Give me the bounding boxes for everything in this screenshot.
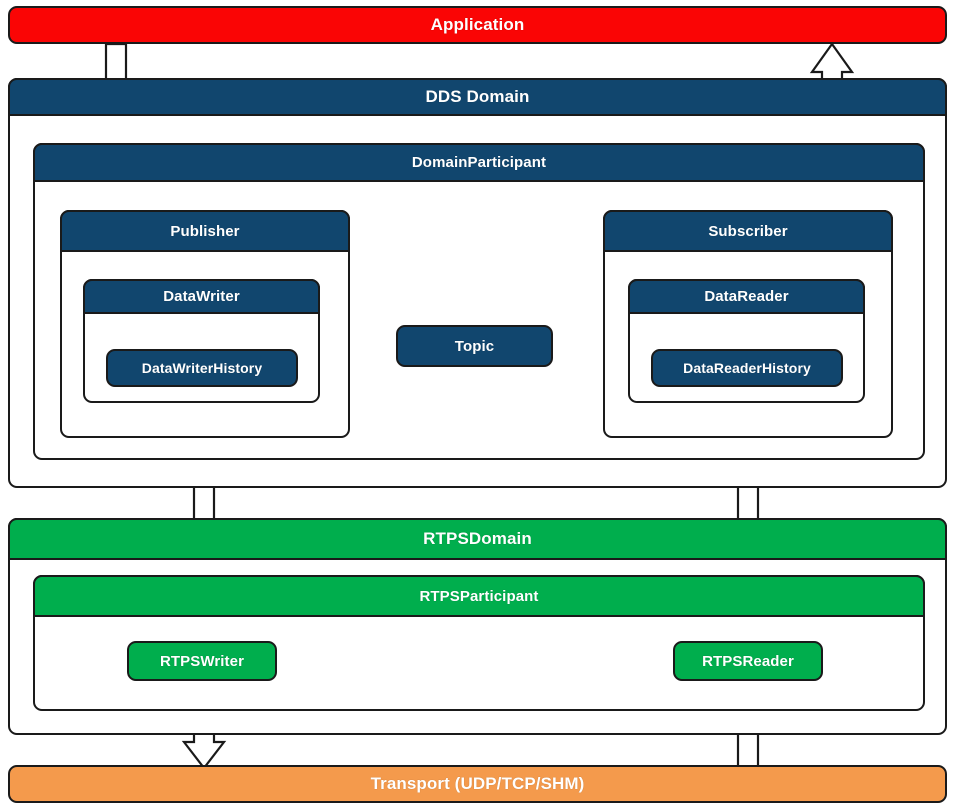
application-box[interactable]: Application [8, 6, 947, 44]
publisher-header: Publisher [60, 210, 350, 252]
dds-architecture-diagram: Application DDS Domain DomainParticipant… [0, 0, 955, 807]
dds-domain-label: DDS Domain [425, 87, 530, 106]
datawriter-history-box[interactable]: DataWriterHistory [106, 349, 298, 387]
domain-participant-label: DomainParticipant [411, 154, 547, 171]
datawriter-container[interactable]: DataWriter DataWriterHistory [83, 279, 320, 403]
application-label: Application [430, 15, 525, 34]
subscriber-header: Subscriber [603, 210, 893, 252]
dds-domain-header: DDS Domain [8, 78, 947, 116]
transport-label: Transport (UDP/TCP/SHM) [370, 774, 585, 793]
datareader-history-box[interactable]: DataReaderHistory [651, 349, 843, 387]
datareader-container[interactable]: DataReader DataReaderHistory [628, 279, 865, 403]
datawriter-history-label: DataWriterHistory [141, 360, 263, 376]
datareader-header: DataReader [628, 279, 865, 314]
rtps-writer-label: RTPSWriter [159, 652, 245, 670]
domain-participant-header: DomainParticipant [33, 143, 925, 182]
rtps-participant-header: RTPSParticipant [33, 575, 925, 617]
datawriter-label: DataWriter [163, 288, 240, 305]
topic-label: Topic [454, 337, 495, 355]
datareader-history-label: DataReaderHistory [683, 360, 811, 376]
topic-box[interactable]: Topic [396, 325, 553, 367]
transport-box[interactable]: Transport (UDP/TCP/SHM) [8, 765, 947, 803]
subscriber-label: Subscriber [708, 222, 788, 240]
rtps-domain-header: RTPSDomain [8, 518, 947, 560]
rtps-domain-label: RTPSDomain [423, 529, 532, 548]
rtps-participant-label: RTPSParticipant [419, 587, 539, 605]
rtps-writer-box[interactable]: RTPSWriter [127, 641, 277, 681]
publisher-label: Publisher [170, 222, 240, 240]
datareader-label: DataReader [704, 288, 789, 305]
datawriter-header: DataWriter [83, 279, 320, 314]
rtps-reader-box[interactable]: RTPSReader [673, 641, 823, 681]
rtps-reader-label: RTPSReader [702, 652, 794, 670]
